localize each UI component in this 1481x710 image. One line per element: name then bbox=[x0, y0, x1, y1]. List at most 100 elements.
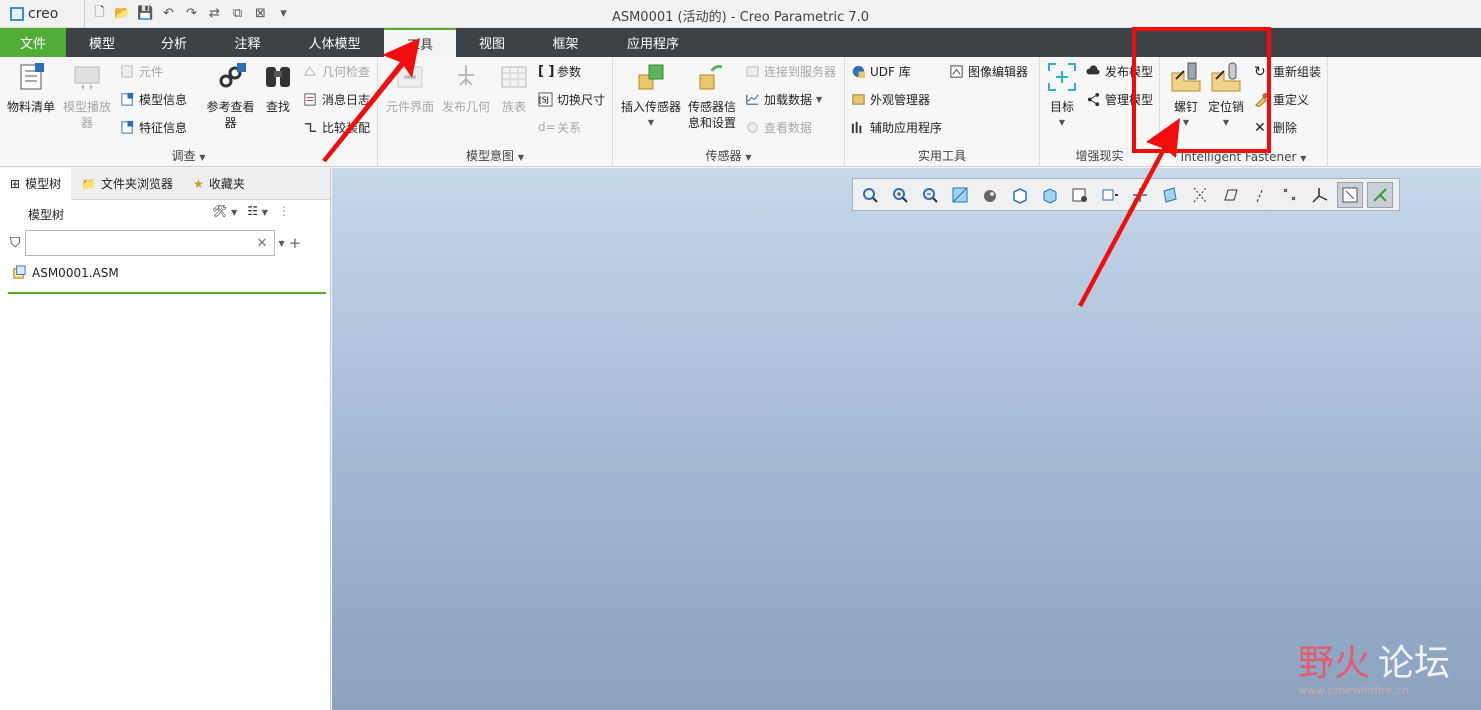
new-file-icon[interactable]: 🗋 bbox=[91, 5, 108, 22]
load-data-button[interactable]: 加载数据 ▼ bbox=[745, 91, 822, 108]
insert-sensor-button[interactable]: 插入传感器 ▼ bbox=[617, 61, 685, 131]
model-info-button[interactable]: 模型信息 bbox=[120, 91, 187, 108]
highlight-box bbox=[1132, 27, 1271, 153]
parameters-button[interactable]: [ ] 参数 bbox=[538, 63, 581, 80]
customize-toolbar-icon[interactable]: ▾ bbox=[275, 5, 292, 22]
annotation-display-icon[interactable] bbox=[1127, 182, 1153, 208]
datum-plane-icon[interactable] bbox=[1217, 182, 1243, 208]
zoom-in-icon[interactable] bbox=[887, 182, 913, 208]
favorites-icon: ★ bbox=[193, 176, 204, 191]
bom-button[interactable]: 物料清单 bbox=[6, 61, 56, 115]
datum-axis-icon[interactable] bbox=[1247, 182, 1273, 208]
tab-favorites[interactable]: ★ 收藏夹 bbox=[183, 168, 255, 200]
message-log-button[interactable]: 消息日志 bbox=[303, 91, 370, 108]
perspective-view-icon[interactable] bbox=[1067, 182, 1093, 208]
reference-viewer-button[interactable]: 参考查看器 bbox=[203, 61, 258, 131]
folder-icon: 📁 bbox=[81, 176, 97, 191]
save-icon[interactable]: 💾 bbox=[137, 5, 154, 22]
component-interface-button[interactable]: 元件界面 bbox=[384, 61, 436, 115]
publish-geometry-button[interactable]: 发布几何 bbox=[440, 61, 492, 115]
group-utilities: UDF 库 外观管理器 辅助应用程序 图像编辑器 实用工具 bbox=[845, 57, 1040, 167]
tree-item-root-assembly[interactable]: ASM0001.ASM bbox=[12, 265, 119, 280]
family-table-icon bbox=[501, 66, 527, 88]
window-switch-icon[interactable]: ⧉ bbox=[229, 5, 246, 22]
target-button[interactable]: 目标 ▼ bbox=[1044, 61, 1080, 131]
close-window-icon[interactable]: ⊠ bbox=[252, 5, 269, 22]
tab-model-tree[interactable]: ⊞ 模型树 bbox=[0, 167, 72, 200]
search-dropdown-icon[interactable]: ▼ bbox=[279, 239, 285, 248]
coordinate-system-icon[interactable] bbox=[1307, 182, 1333, 208]
show-menu-icon[interactable]: ☷ ▼ bbox=[247, 204, 268, 218]
tab-analysis[interactable]: 分析 bbox=[138, 28, 210, 57]
saved-orientations-icon[interactable] bbox=[1007, 182, 1033, 208]
switch-dimensions-button[interactable]: [SJ 切换尺寸 bbox=[538, 91, 605, 108]
plane-display-icon[interactable] bbox=[1157, 182, 1183, 208]
tab-annotate[interactable]: 注释 bbox=[210, 28, 285, 57]
search-row: ⛉ ✕ ▼ + bbox=[10, 230, 301, 256]
sensor-info-icon bbox=[699, 65, 723, 90]
watermark-url: www.proewildfire.cn bbox=[1298, 684, 1409, 697]
graphics-viewport[interactable]: 野火 论坛 www.proewildfire.cn bbox=[332, 168, 1481, 710]
zoom-out-icon[interactable] bbox=[917, 182, 943, 208]
target-dropdown-icon: ▼ bbox=[1058, 118, 1066, 127]
add-filter-icon[interactable]: + bbox=[289, 234, 302, 252]
aux-apps-button[interactable]: 辅助应用程序 bbox=[851, 119, 942, 136]
insert-sensor-icon bbox=[638, 64, 664, 90]
component-button[interactable]: 元件 bbox=[120, 63, 163, 80]
relations-button[interactable]: d= 关系 bbox=[538, 119, 581, 136]
group-label-sensors[interactable]: 传感器 ▼ bbox=[613, 147, 844, 164]
group-investigate: 物料清单 模型播放器 元件 模型信息 特征信息 参考查看器 查找 几何检查 消息… bbox=[0, 57, 378, 167]
tab-framework[interactable]: 框架 bbox=[528, 28, 603, 57]
filter-icon[interactable]: ⛉ bbox=[10, 235, 21, 251]
undo-icon[interactable]: ↶ bbox=[160, 5, 177, 22]
settings-tools-icon[interactable]: 🛠 ▼ bbox=[212, 204, 237, 218]
search-field[interactable] bbox=[25, 231, 246, 253]
load-data-icon bbox=[746, 94, 759, 105]
geometry-check-button[interactable]: 几何检查 bbox=[303, 63, 370, 80]
group-label-model-intent[interactable]: 模型意图 ▼ bbox=[378, 147, 612, 164]
group-sensors: 插入传感器 ▼ 传感器信息和设置 连接到服务器 加载数据 ▼ 查看数据 传感器 … bbox=[613, 57, 845, 167]
tab-model[interactable]: 模型 bbox=[66, 28, 138, 57]
feature-info-button[interactable]: 特征信息 bbox=[120, 119, 187, 136]
component-icon bbox=[121, 65, 133, 78]
display-style-icon[interactable] bbox=[977, 182, 1003, 208]
compare-assembly-button[interactable]: 比较装配 bbox=[303, 119, 370, 136]
appearance-manager-button[interactable]: 外观管理器 bbox=[851, 91, 930, 108]
tab-folder-browser[interactable]: 📁 文件夹浏览器 bbox=[71, 168, 183, 200]
datum-point-icon[interactable] bbox=[1277, 182, 1303, 208]
model-display-icon[interactable] bbox=[1367, 181, 1393, 208]
appearance-manager-icon bbox=[852, 94, 865, 105]
regenerate-icon[interactable]: ⇄ bbox=[206, 5, 223, 22]
sensor-info-button[interactable]: 传感器信息和设置 bbox=[687, 61, 737, 131]
model-tree-title: 模型树 bbox=[28, 208, 65, 222]
search-input[interactable]: ✕ bbox=[24, 230, 275, 256]
tree-filter-icon[interactable]: ⋮ bbox=[278, 204, 290, 218]
section-icon[interactable] bbox=[1097, 182, 1123, 208]
tab-human-model[interactable]: 人体模型 bbox=[285, 28, 384, 57]
view-data-button[interactable]: 查看数据 bbox=[745, 119, 812, 136]
tab-tools[interactable]: 工具 bbox=[384, 28, 456, 57]
view-manager-icon[interactable] bbox=[1037, 182, 1063, 208]
udf-library-button[interactable]: UDF 库 bbox=[851, 63, 911, 80]
panel-tabs: ⊞ 模型树 📁 文件夹浏览器 ★ 收藏夹 bbox=[0, 167, 330, 200]
tab-file[interactable]: 文件 bbox=[0, 28, 66, 57]
logo-text: creo bbox=[28, 5, 59, 22]
find-button[interactable]: 查找 bbox=[260, 61, 296, 115]
group-label-investigate[interactable]: 调查 ▼ bbox=[0, 147, 377, 164]
model-tree-icon: ⊞ bbox=[10, 176, 21, 191]
spin-center-icon[interactable] bbox=[1337, 181, 1363, 208]
family-table-button[interactable]: 族表 bbox=[496, 61, 532, 115]
tab-view[interactable]: 视图 bbox=[456, 28, 528, 57]
clear-search-icon[interactable]: ✕ bbox=[257, 236, 268, 251]
axis-display-icon[interactable] bbox=[1187, 182, 1213, 208]
connect-server-button[interactable]: 连接到服务器 bbox=[745, 63, 836, 80]
image-editor-button[interactable]: 图像编辑器 bbox=[949, 63, 1028, 80]
view-data-icon bbox=[747, 122, 758, 133]
open-folder-icon[interactable]: 📂 bbox=[114, 5, 131, 22]
repaint-icon[interactable] bbox=[947, 182, 973, 208]
tab-applications[interactable]: 应用程序 bbox=[603, 28, 703, 57]
model-player-button[interactable]: 模型播放器 bbox=[58, 61, 116, 131]
aux-apps-icon bbox=[851, 121, 862, 134]
refit-icon[interactable] bbox=[857, 182, 883, 208]
redo-icon[interactable]: ↷ bbox=[183, 5, 200, 22]
